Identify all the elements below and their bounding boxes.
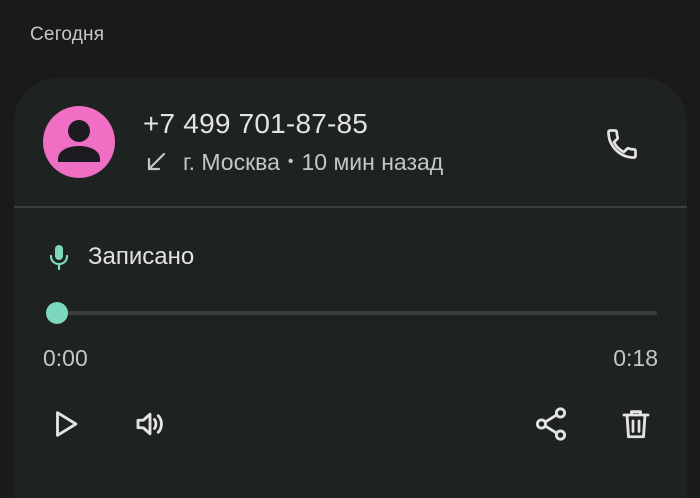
share-icon [535,407,567,441]
call-details: г. Москва • 10 мин назад [145,148,443,176]
time-current: 0:00 [43,345,88,371]
phone-number: +7 499 701-87-85 [143,108,369,139]
mic-icon [49,245,69,271]
phone-icon [607,129,637,159]
share-button[interactable] [527,400,575,448]
separator-dot: • [287,153,294,170]
playback-seekbar[interactable] [54,311,657,315]
divider [14,206,687,208]
recording-header: Записано [46,242,194,272]
person-icon [58,120,100,162]
recording-label: Записано [88,243,195,270]
contact-avatar[interactable] [43,106,115,178]
call-time-ago: 10 мин назад [301,148,444,175]
delete-button[interactable] [612,400,660,448]
seekbar-thumb[interactable] [46,302,68,324]
call-button[interactable] [600,122,644,166]
call-log-card: +7 499 701-87-85 г. Москва • 10 мин наза… [14,78,687,498]
incoming-call-arrow-icon [147,152,166,171]
time-total: 0:18 [613,345,658,371]
speaker-button[interactable] [126,400,174,448]
play-icon [56,411,78,437]
call-location: г. Москва [183,148,280,175]
speaker-icon [136,412,163,436]
section-header-today: Сегодня [30,24,105,45]
trash-icon [622,410,650,439]
play-button[interactable] [42,400,90,448]
